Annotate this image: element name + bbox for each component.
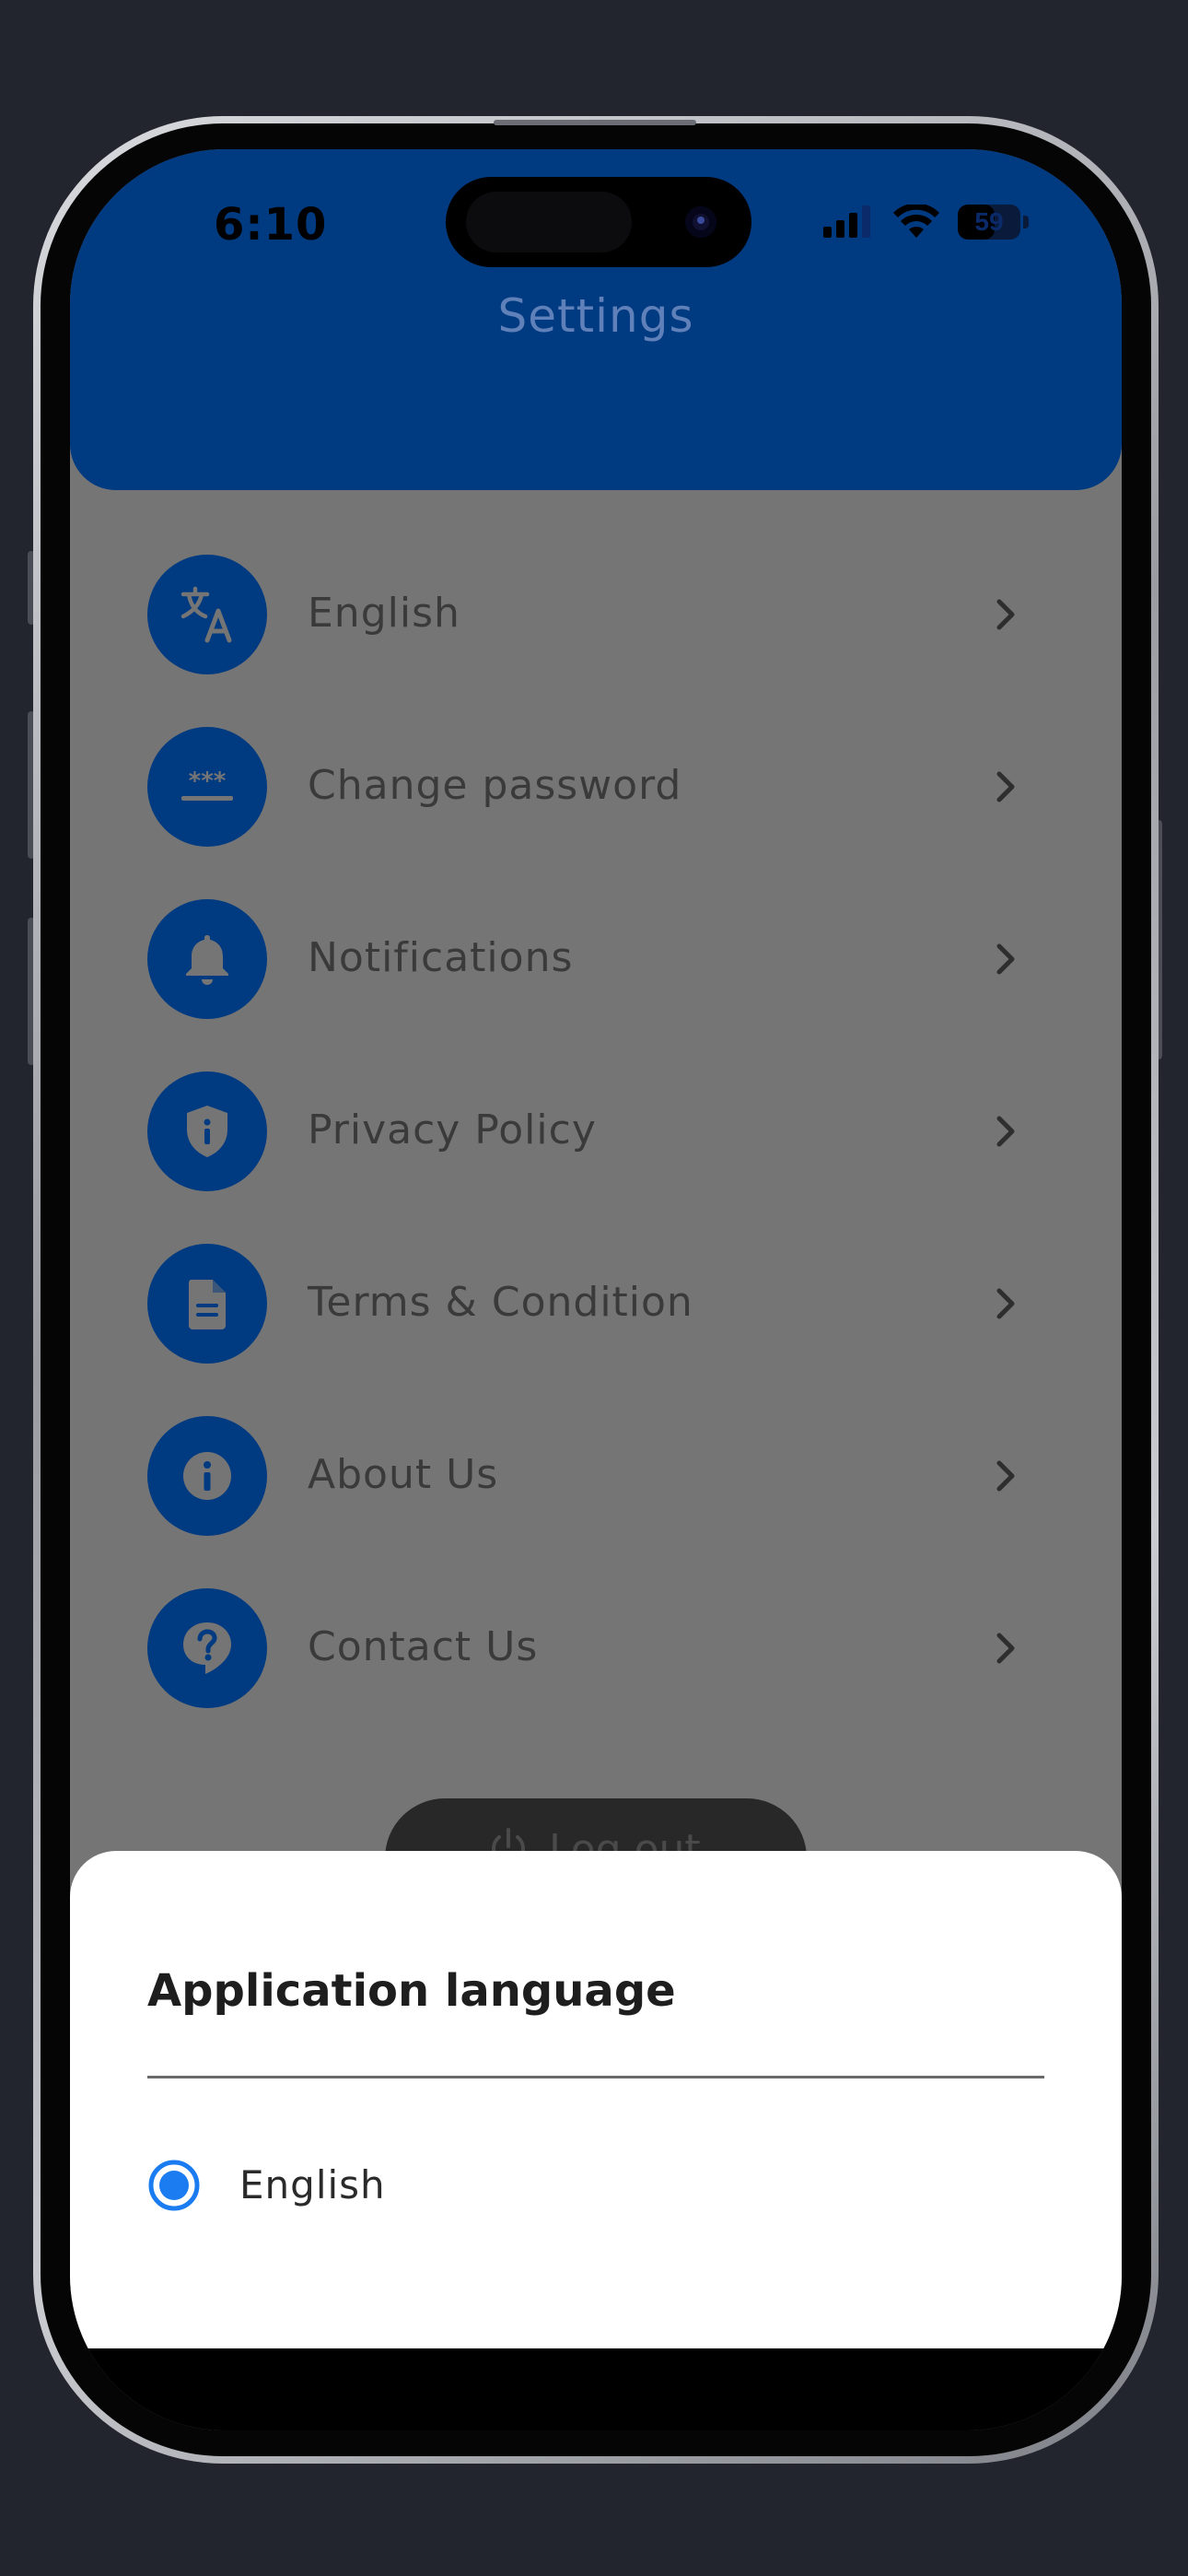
password-icon: ***: [181, 767, 233, 801]
chevron-right-icon: [996, 1633, 1015, 1664]
language-bottom-sheet: Application language English: [70, 1851, 1122, 2348]
item-icon-circle: [147, 555, 267, 674]
item-icon-circle: ***: [147, 727, 267, 847]
shield-icon: [187, 1106, 227, 1157]
item-label: Change password: [308, 762, 682, 809]
sheet-divider: [147, 2076, 1044, 2078]
settings-item-notifications[interactable]: Notifications: [147, 899, 1044, 1019]
chevron-right-icon: [996, 943, 1015, 975]
item-icon-circle: [147, 1416, 267, 1536]
settings-item-language[interactable]: English: [147, 555, 1044, 674]
item-icon-circle: [147, 1244, 267, 1364]
item-label: Terms & Condition: [308, 1279, 693, 1326]
item-icon-circle: [147, 1071, 267, 1191]
item-label: Contact Us: [308, 1623, 539, 1670]
settings-item-change-password[interactable]: *** Change password: [147, 727, 1044, 847]
info-icon: [183, 1452, 231, 1500]
document-icon: [189, 1280, 226, 1329]
translate-icon: [181, 586, 232, 643]
frame-top-mark: [494, 120, 696, 125]
chevron-right-icon: [996, 599, 1015, 630]
settings-item-privacy-policy[interactable]: Privacy Policy: [147, 1071, 1044, 1191]
help-bubble-icon: [183, 1622, 231, 1674]
item-label: Notifications: [308, 934, 574, 981]
settings-item-about-us[interactable]: About Us: [147, 1416, 1044, 1536]
chevron-right-icon: [996, 1288, 1015, 1319]
settings-item-contact-us[interactable]: Contact Us: [147, 1588, 1044, 1708]
chevron-right-icon: [996, 771, 1015, 802]
settings-item-terms[interactable]: Terms & Condition: [147, 1244, 1044, 1364]
chevron-right-icon: [996, 1460, 1015, 1492]
svg-text:***: ***: [189, 767, 227, 795]
item-label: About Us: [308, 1451, 499, 1498]
bottom-black-bar: [70, 2348, 1122, 2430]
radio-selected-icon[interactable]: [147, 2159, 201, 2212]
item-icon-circle: [147, 1588, 267, 1708]
language-option-english[interactable]: English: [147, 2157, 1044, 2214]
radio-label: English: [239, 2162, 386, 2207]
bell-icon: [186, 935, 228, 985]
item-icon-circle: [147, 899, 267, 1019]
item-label: English: [308, 590, 460, 637]
chevron-right-icon: [996, 1116, 1015, 1147]
sheet-title: Application language: [147, 1965, 676, 2017]
phone-screen: 6:10 59 Settings English *** Change pass…: [70, 149, 1122, 2430]
item-label: Privacy Policy: [308, 1107, 597, 1153]
